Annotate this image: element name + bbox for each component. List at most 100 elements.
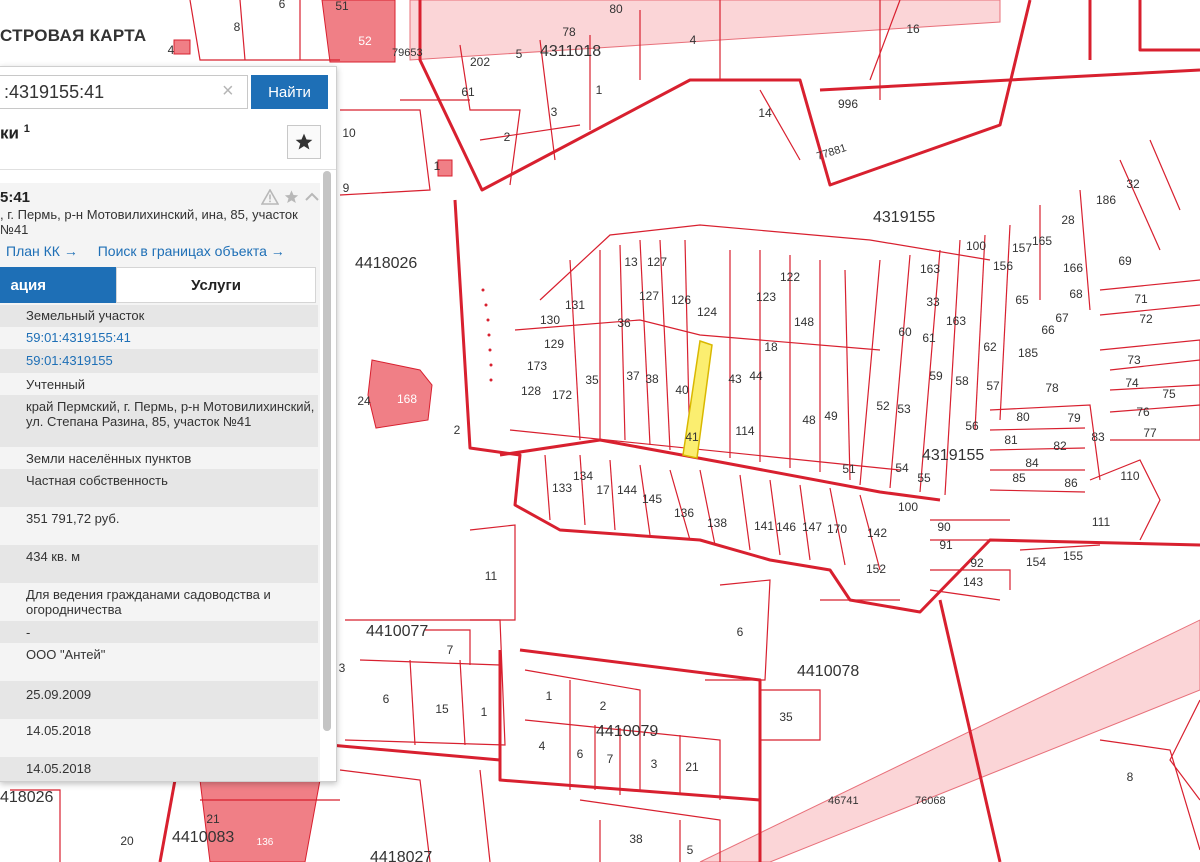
parcel-label: 80: [1016, 410, 1030, 424]
parcel-label: 152: [866, 562, 886, 576]
parcel-label: 10: [342, 126, 356, 140]
parcel-label: 1: [434, 159, 441, 173]
parcel-label: 16: [906, 22, 920, 36]
parcel-label: 48: [802, 413, 816, 427]
find-button[interactable]: Найти: [251, 75, 328, 109]
parcel-label: 165: [1032, 234, 1052, 248]
parcel-label: 186: [1096, 193, 1116, 207]
clear-icon[interactable]: ×: [222, 80, 234, 103]
parcel-label: 52: [876, 399, 890, 413]
parcel-label: 83: [1091, 430, 1105, 444]
parcel-label: 114: [735, 424, 754, 438]
tab-information[interactable]: ация: [0, 267, 116, 303]
results-header: ки 1: [0, 123, 30, 144]
parcel-label: 128: [521, 384, 541, 398]
parcel-label: 86: [1064, 476, 1078, 490]
detail-row[interactable]: 59:01:4319155: [0, 349, 318, 373]
star-icon: [295, 133, 313, 150]
parcel-label: 69: [1118, 254, 1132, 268]
parcel-label: 41: [685, 430, 699, 444]
parcel-label: 74: [1125, 376, 1139, 390]
parcel-label: 141: [754, 519, 774, 533]
parcel-label: 76: [1136, 405, 1150, 419]
parcel-label: 79: [1067, 411, 1081, 425]
parcel-label: 7: [447, 643, 454, 657]
favorite-button[interactable]: [287, 125, 321, 159]
parcel-label: 21: [685, 760, 699, 774]
results-label: ки: [0, 123, 19, 143]
parcel-label: 17: [596, 483, 610, 497]
parcel-label: 62: [983, 340, 997, 354]
scrollbar-thumb[interactable]: [323, 171, 331, 731]
parcel-label: 4: [168, 43, 175, 57]
parcel-label: 126: [671, 293, 691, 307]
parcel-label: 148: [794, 315, 814, 329]
parcel-label: 37: [626, 369, 640, 383]
quarter-label: 4418026: [355, 255, 417, 272]
parcel-label: 142: [867, 526, 887, 540]
parcel-label: 129: [544, 337, 564, 351]
parcel-label: 18: [764, 340, 778, 354]
parcel-label: 3: [339, 661, 346, 675]
quarter-label: 46741: [828, 795, 859, 807]
parcel-label: 157: [1012, 241, 1032, 255]
parcel-label: 170: [827, 522, 847, 536]
parcel-label: 82: [1053, 439, 1067, 453]
parcel-label: 52: [358, 34, 372, 48]
parcel-label: 1: [596, 83, 603, 97]
detail-row: 14.05.2018: [0, 757, 318, 781]
parcel-label: 14: [758, 106, 772, 120]
search-input[interactable]: [0, 75, 248, 109]
parcel-label: 33: [926, 295, 940, 309]
parcel-label: 43: [728, 372, 742, 386]
parcel-label: 2: [454, 423, 461, 437]
scrollbar[interactable]: [323, 171, 331, 731]
parcel-label: 78: [1045, 381, 1059, 395]
warning-icon[interactable]: [261, 189, 279, 205]
parcel-label: 38: [629, 832, 643, 846]
parcel-label: 163: [946, 314, 966, 328]
parcel-label: 156: [993, 259, 1013, 273]
quarter-label: 76068: [915, 795, 946, 807]
parcel-label: 123: [756, 290, 776, 304]
parcel-label: 3: [551, 105, 558, 119]
parcel-label: 1: [481, 705, 488, 719]
parcel-label: 145: [642, 492, 662, 506]
parcel-label: 100: [966, 239, 986, 253]
parcel-label: 85: [1012, 471, 1026, 485]
parcel-label: 53: [897, 402, 911, 416]
search-row: × Найти: [0, 75, 328, 111]
parcel-label: 35: [779, 710, 793, 724]
parcel-label: 51: [842, 462, 856, 476]
parcel-label: 111: [1092, 515, 1111, 529]
tab-services[interactable]: Услуги: [116, 267, 316, 303]
chevron-up-icon[interactable]: [304, 189, 320, 205]
parcel-label: 8: [1127, 770, 1134, 784]
quarter-label: 4418027: [370, 849, 432, 862]
detail-row[interactable]: 59:01:4319155:41: [0, 327, 318, 349]
parcel-label: 91: [939, 538, 953, 552]
search-in-bounds-link[interactable]: Поиск в границах объекта →: [98, 243, 285, 259]
parcel-label: 28: [1061, 213, 1075, 227]
parcel-label: 3: [651, 757, 658, 771]
parcel-label: 5: [516, 47, 523, 61]
star-icon[interactable]: [283, 189, 300, 205]
parcel-label: 80: [609, 2, 623, 16]
detail-row: Для ведения гражданами садоводства и ого…: [26, 587, 271, 617]
parcel-label: 163: [920, 262, 940, 276]
parcel-label: 7: [607, 752, 614, 766]
parcel-label: 131: [565, 298, 585, 312]
parcel-label: 168: [397, 392, 417, 406]
parcel-label: 38: [645, 372, 659, 386]
parcel-label: 127: [647, 255, 667, 269]
parcel-label: 51: [335, 0, 349, 13]
result-card[interactable]: 5:41 , г. Пермь, р-н Мотовилихинский, ин…: [0, 183, 320, 781]
plan-kk-link[interactable]: План КК →: [6, 243, 78, 259]
parcel-label: 35: [585, 373, 599, 387]
parcel-label: 21: [206, 812, 220, 826]
parcel-label: 78: [562, 25, 576, 39]
parcel-label: 2: [504, 130, 511, 144]
parcel-label: 6: [279, 0, 286, 11]
parcel-label: 154: [1026, 555, 1046, 569]
parcel-label: 4: [539, 739, 546, 753]
